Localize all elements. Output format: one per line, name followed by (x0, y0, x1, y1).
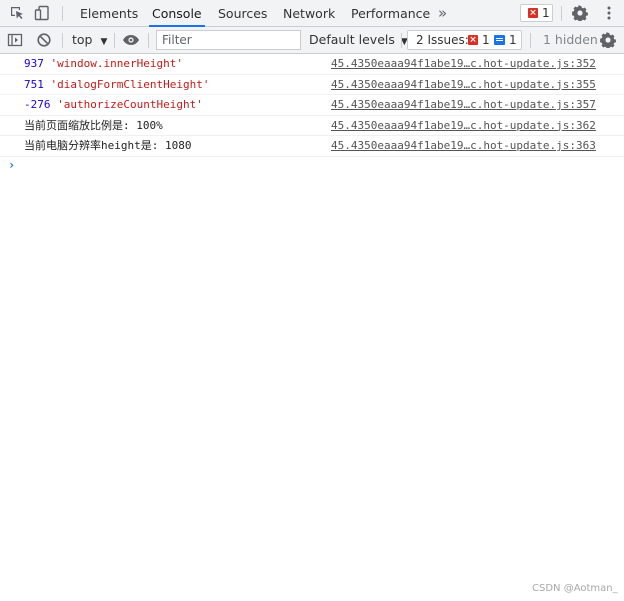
settings-gear-icon[interactable] (572, 5, 588, 22)
toolbar-divider (401, 33, 402, 48)
context-selector[interactable]: top ▼ (72, 27, 107, 53)
issues-error-count: 1 (482, 33, 490, 47)
toolbar-divider (62, 33, 63, 48)
log-levels-label: Default levels (309, 32, 395, 47)
logged-number: 937 (24, 57, 44, 70)
filter-input[interactable] (156, 30, 301, 50)
console-message: 当前电脑分辨率height是: 1080 45.4350eaaa94f1abe1… (0, 136, 624, 157)
more-options-icon[interactable] (601, 5, 617, 21)
hidden-messages-count: 1 hidden (543, 32, 598, 47)
tab-console[interactable]: Console (149, 0, 205, 27)
console-toolbar: top ▼ Default levels▼ 2 Issues: × 1 1 1 h… (0, 27, 624, 54)
logged-number: 751 (24, 77, 44, 91)
issues-label: 2 Issues: (416, 33, 469, 47)
sidebar-toggle-icon[interactable] (7, 32, 23, 48)
toolbar-divider (148, 33, 149, 48)
console-settings-gear-icon[interactable] (600, 32, 616, 49)
tab-elements[interactable]: Elements (80, 0, 138, 26)
error-count-badge[interactable]: × 1 (520, 4, 553, 22)
issue-info-icon (494, 35, 505, 45)
console-prompt[interactable]: › (8, 158, 15, 172)
logged-number: -276 (24, 98, 51, 111)
chevron-down-icon: ▼ (100, 37, 108, 47)
device-toolbar-icon[interactable] (34, 5, 50, 21)
logged-string: 'dialogFormClientHeight' (50, 77, 210, 91)
logged-text: 当前页面缩放比例是: 100% (24, 118, 163, 132)
source-link[interactable]: 45.4350eaaa94f1abe19…c.hot-update.js:352 (331, 54, 596, 74)
logged-string: 'authorizeCountHeight' (57, 98, 203, 111)
tab-performance[interactable]: Performance (351, 0, 430, 26)
source-link[interactable]: 45.4350eaaa94f1abe19…c.hot-update.js:363 (331, 136, 596, 156)
error-icon: × (528, 8, 538, 18)
devtools-tab-bar: Elements Console Sources Network Perform… (0, 0, 624, 27)
console-message: 当前页面缩放比例是: 100% 45.4350eaaa94f1abe19…c.h… (0, 116, 624, 136)
issue-error-icon: × (468, 35, 478, 45)
logged-text: 当前电脑分辨率height是: 1080 (24, 139, 192, 152)
live-expression-eye-icon[interactable] (122, 32, 139, 48)
console-message: 937 'window.innerHeight' 45.4350eaaa94f1… (0, 54, 624, 75)
tab-sources[interactable]: Sources (218, 0, 267, 26)
log-levels-dropdown[interactable]: Default levels ▼ (309, 27, 408, 53)
logged-string: 'window.innerHeight' (50, 57, 183, 70)
toolbar-divider (530, 33, 531, 48)
context-selector-value: top (72, 32, 93, 47)
console-output: 937 'window.innerHeight' 45.4350eaaa94f1… (0, 54, 624, 172)
source-link[interactable]: 45.4350eaaa94f1abe19…c.hot-update.js:355 (331, 75, 596, 95)
toolbar-divider (114, 33, 115, 48)
watermark: CSDN @Aotman_ (532, 583, 618, 594)
more-tabs-button[interactable]: » (438, 0, 447, 26)
source-link[interactable]: 45.4350eaaa94f1abe19…c.hot-update.js:362 (331, 116, 596, 136)
inspect-element-icon[interactable] (9, 5, 25, 21)
toolbar-divider (62, 6, 63, 21)
console-message: 751 'dialogFormClientHeight' 45.4350eaaa… (0, 75, 624, 95)
clear-console-icon[interactable] (36, 32, 52, 48)
error-count: 1 (542, 6, 550, 20)
issues-info-count: 1 (509, 33, 517, 47)
issues-button[interactable]: 2 Issues: × 1 1 (407, 30, 522, 50)
tab-network[interactable]: Network (283, 0, 335, 26)
console-message: -276 'authorizeCountHeight' 45.4350eaaa9… (0, 95, 624, 116)
toolbar-divider (561, 6, 562, 21)
source-link[interactable]: 45.4350eaaa94f1abe19…c.hot-update.js:357 (331, 95, 596, 115)
